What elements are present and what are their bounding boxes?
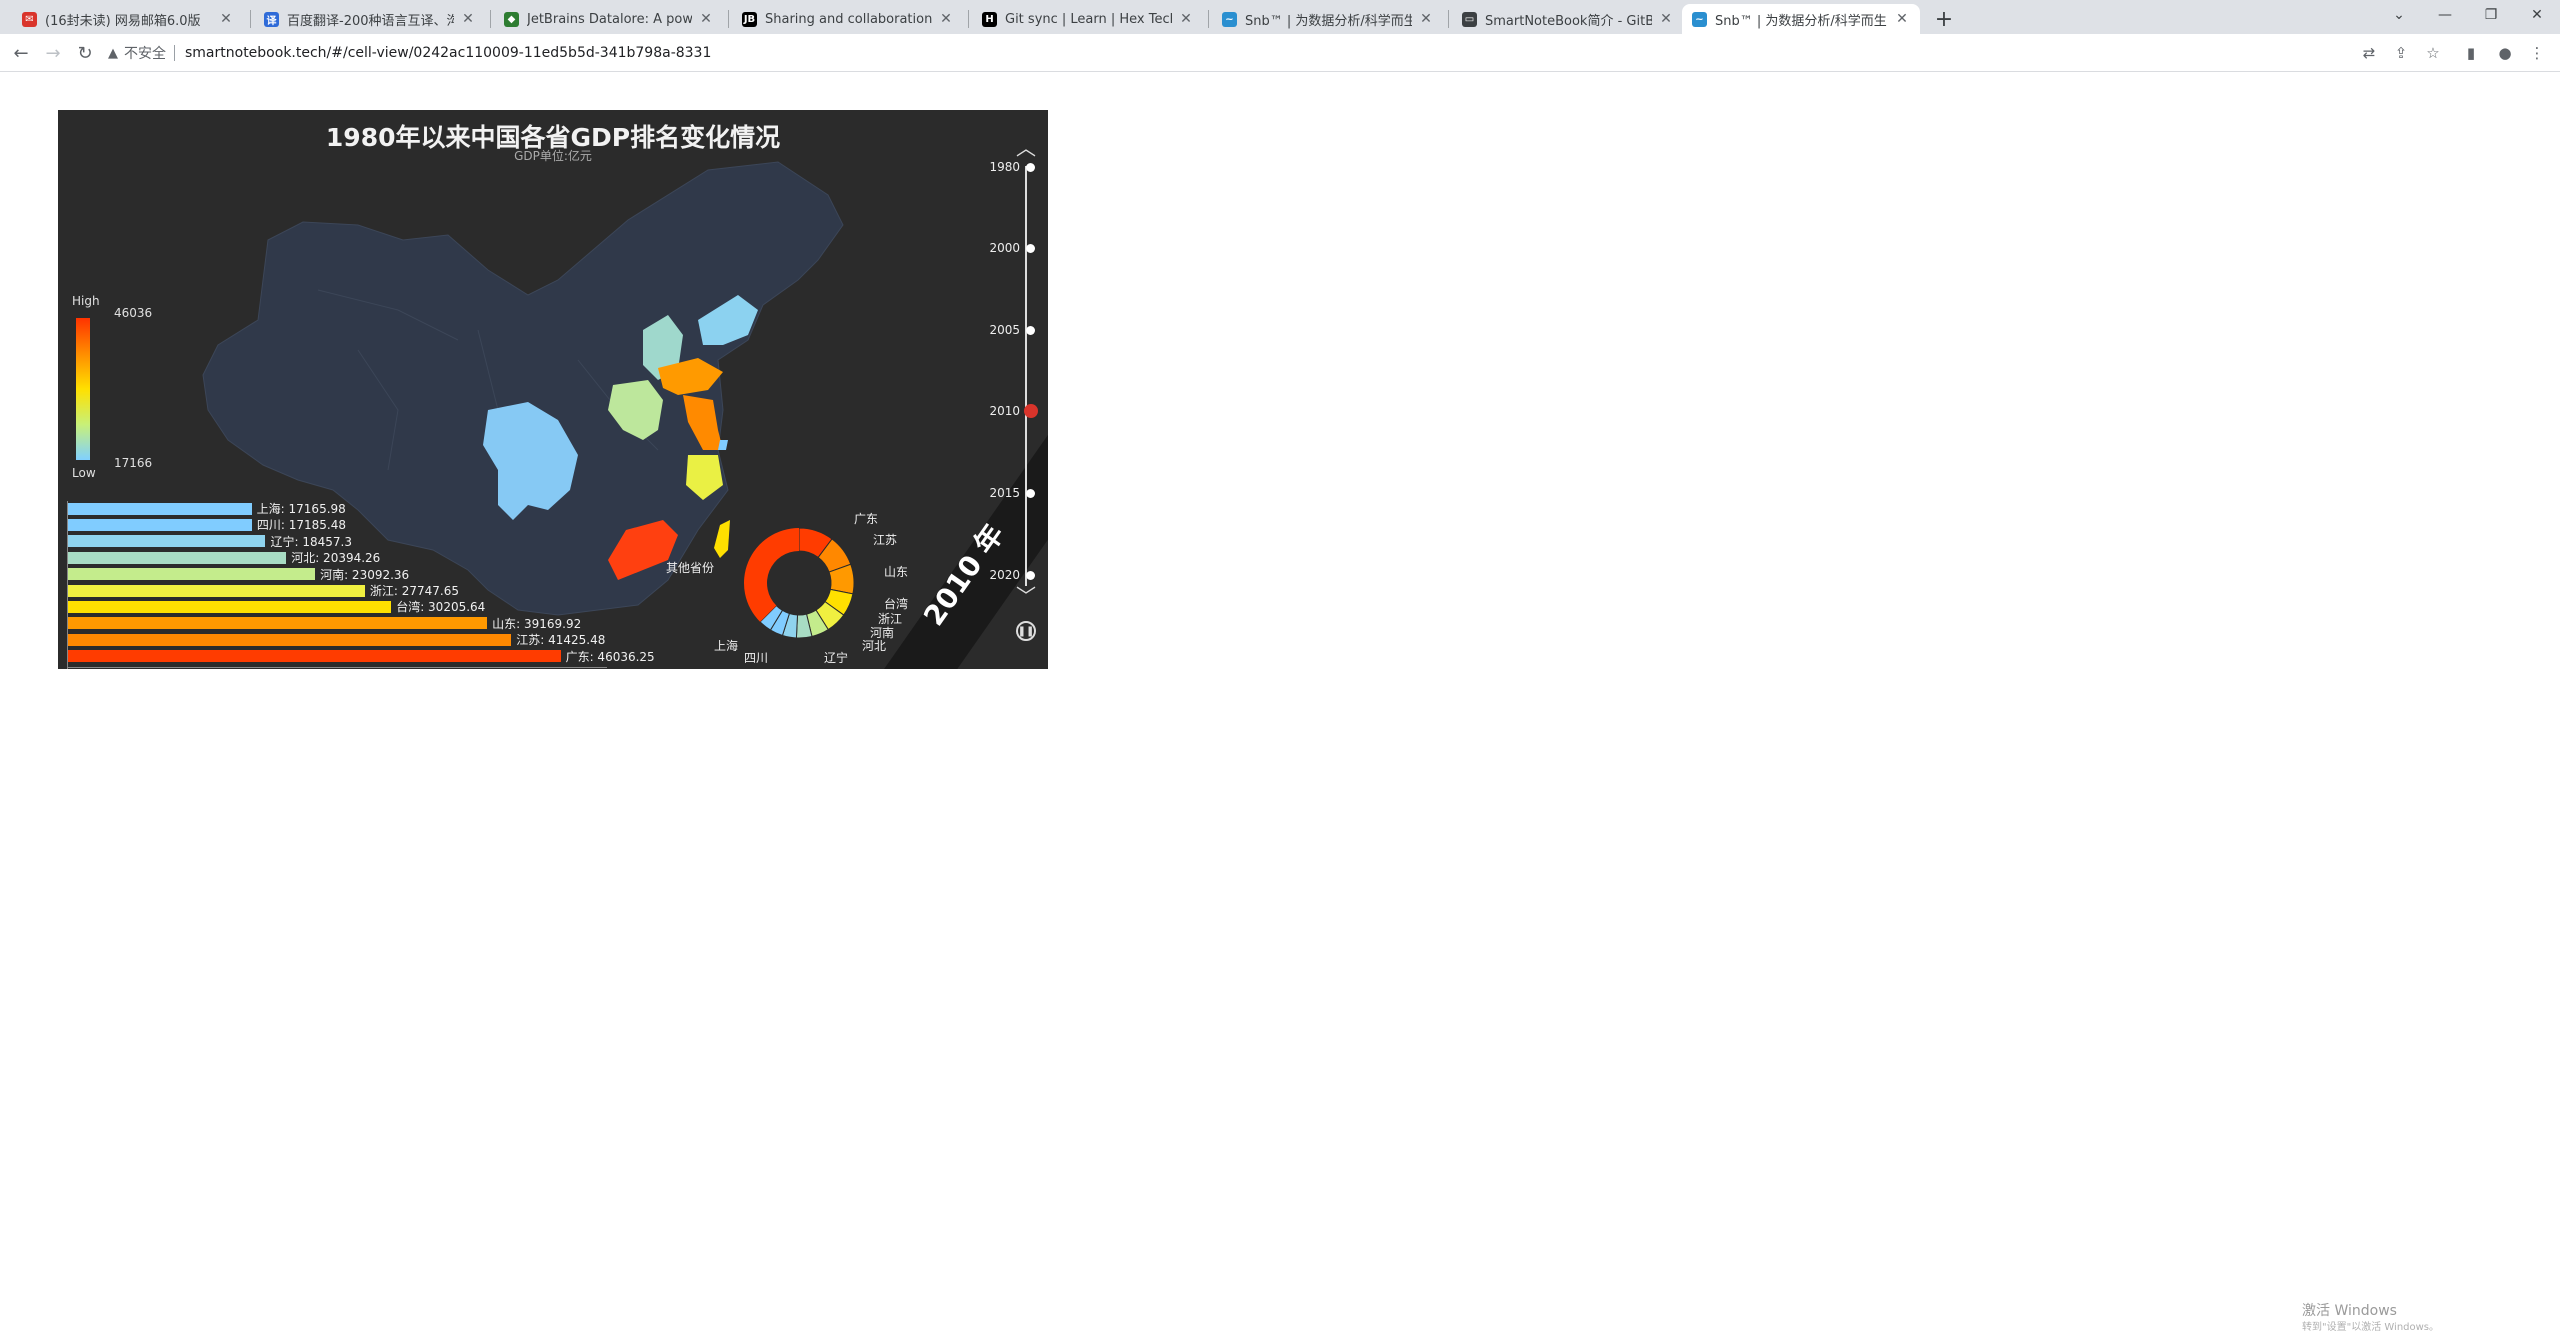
activation-watermark-hint: 转到"设置"以激活 Windows。: [2302, 1322, 2440, 1333]
browser-tab[interactable]: ✉ (16封未读) 网易邮箱6.0版 ✕: [12, 4, 244, 34]
translate-icon[interactable]: ⇄: [2358, 42, 2380, 64]
restore-button[interactable]: ❐: [2468, 0, 2514, 30]
close-window-button[interactable]: ✕: [2514, 0, 2560, 30]
side-panel-icon[interactable]: ▮: [2460, 42, 2482, 64]
timeline-item[interactable]: 1980: [988, 160, 1035, 174]
share-icon[interactable]: ⇪: [2390, 42, 2412, 64]
gitbook-icon: ▭: [1462, 11, 1477, 27]
close-icon[interactable]: ✕: [1418, 11, 1434, 27]
minimize-button[interactable]: —: [2422, 0, 2468, 30]
tab-title: Git sync | Learn | Hex Technolo: [1005, 11, 1172, 27]
close-icon[interactable]: ✕: [218, 11, 234, 27]
bookmark-star-icon[interactable]: ☆: [2422, 42, 2444, 64]
tab-title: Snb™ | 为数据分析/科学而生 Sm: [1245, 13, 1412, 29]
close-icon[interactable]: ✕: [938, 11, 954, 27]
timeline-dot: [1026, 162, 1035, 172]
timeline-dot: [1024, 404, 1038, 418]
reload-button[interactable]: ↻: [72, 40, 98, 66]
back-button[interactable]: ←: [8, 40, 34, 66]
close-icon[interactable]: ✕: [460, 11, 476, 27]
new-tab-button[interactable]: +: [1930, 5, 1958, 33]
activation-watermark: 激活 Windows: [2302, 1303, 2397, 1319]
tab-title: JetBrains Datalore: A powerful: [527, 11, 692, 27]
datalore-icon: ◆: [504, 11, 519, 27]
warning-icon: ▲: [108, 45, 118, 61]
ring-label-others: 其他省份: [666, 561, 715, 575]
browser-tab[interactable]: ▭ SmartNoteBook简介 - GitBook ✕: [1452, 4, 1684, 34]
browser-tab[interactable]: ~ Snb™ | 为数据分析/科学而生 Sm ✕: [1212, 4, 1444, 34]
address-bar[interactable]: ▲ 不安全 smartnotebook.tech/#/cell-view/024…: [108, 39, 2408, 67]
tab-title: Sharing and collaboration | Da: [765, 11, 932, 27]
browser-tab[interactable]: ◆ JetBrains Datalore: A powerful ✕: [494, 4, 724, 34]
timeline-dot: [1026, 570, 1035, 580]
close-icon[interactable]: ✕: [1894, 11, 1910, 27]
ring-label-shandong: 山东: [884, 565, 909, 579]
timeline-item[interactable]: 2000: [988, 241, 1035, 255]
tab-strip: ✉ (16封未读) 网易邮箱6.0版 ✕ 译 百度翻译-200种语言互译、沟通 …: [0, 0, 2560, 34]
menu-kebab-icon[interactable]: ⋮: [2526, 42, 2548, 64]
browser-tab-active[interactable]: ~ Snb™ | 为数据分析/科学而生 Sm ✕: [1682, 4, 1920, 34]
tab-title: Snb™ | 为数据分析/科学而生 Sm: [1715, 13, 1888, 29]
browser-tab[interactable]: H Git sync | Learn | Hex Technolo ✕: [972, 4, 1204, 34]
donut-slice-others[interactable]: [744, 528, 799, 622]
tab-title: SmartNoteBook简介 - GitBook: [1485, 13, 1652, 29]
insecure-label: 不安全: [124, 46, 166, 62]
pause-button[interactable]: ❚❚: [1016, 621, 1036, 641]
snb-icon: ~: [1692, 11, 1707, 27]
profile-avatar-icon[interactable]: ●: [2494, 42, 2516, 64]
timeline-item-active[interactable]: 2010: [988, 404, 1038, 418]
ring-label-guangdong: 广东: [854, 512, 879, 526]
close-icon[interactable]: ✕: [1658, 11, 1674, 27]
browser-tab[interactable]: 译 百度翻译-200种语言互译、沟通 ✕: [254, 4, 486, 34]
ring-label-hebei: 河北: [862, 639, 887, 653]
timeline-dot: [1026, 243, 1035, 253]
url-text[interactable]: smartnotebook.tech/#/cell-view/0242ac110…: [185, 45, 711, 61]
jetbrains-icon: JB: [742, 11, 757, 27]
timeline-track: [1025, 166, 1027, 586]
browser-toolbar: ← → ↻ ▲ 不安全 smartnotebook.tech/#/cell-vi…: [0, 34, 2560, 72]
donut-chart: [744, 527, 855, 639]
ring-label-sichuan: 四川: [744, 651, 769, 665]
timeline-item[interactable]: 2005: [988, 323, 1035, 337]
close-icon[interactable]: ✕: [1178, 11, 1194, 27]
timeline-dot: [1026, 488, 1035, 498]
tab-title: (16封未读) 网易邮箱6.0版: [45, 13, 201, 29]
ring-label-shanghai: 上海: [714, 639, 739, 653]
forward-button[interactable]: →: [40, 40, 66, 66]
netease-mail-icon: ✉: [22, 11, 37, 27]
tab-title: 百度翻译-200种语言互译、沟通: [287, 13, 454, 29]
snb-icon: ~: [1222, 11, 1237, 27]
tab-search-icon[interactable]: ⌄: [2376, 0, 2422, 30]
hex-icon: H: [982, 11, 997, 27]
baidu-translate-icon: 译: [264, 11, 279, 27]
chart-panel: 1980年以来中国各省GDP排名变化情况 GDP单位:亿元 High 46036…: [58, 110, 1048, 669]
timeline-prev-icon[interactable]: ︿: [1016, 132, 1036, 161]
ring-label-liaoning: 辽宁: [824, 651, 849, 665]
timeline-next-icon[interactable]: ﹀: [1016, 580, 1036, 609]
close-icon[interactable]: ✕: [698, 11, 714, 27]
browser-tab[interactable]: JB Sharing and collaboration | Da ✕: [732, 4, 964, 34]
ring-label-jiangsu: 江苏: [873, 533, 898, 547]
timeline-item[interactable]: 2015: [988, 486, 1035, 500]
timeline-dot: [1026, 325, 1035, 335]
